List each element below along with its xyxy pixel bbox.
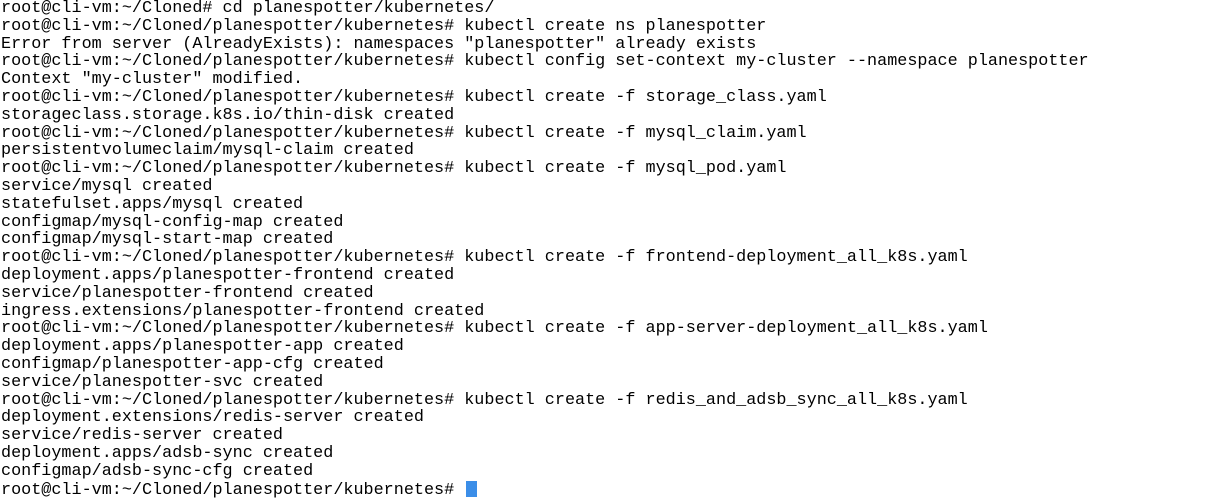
- terminal-line-23: root@cli-vm:~/Cloned/planespotter/kubern…: [1, 390, 968, 410]
- terminal-line-24: deployment.extensions/redis-server creat…: [1, 408, 424, 428]
- terminal-line-26: deployment.apps/adsb-sync created: [1, 443, 334, 463]
- terminal-line-17: service/planespotter-frontend created: [1, 283, 374, 303]
- terminal-prompt: root@cli-vm:~/Cloned/planespotter/kubern…: [1, 480, 465, 500]
- terminal-line-22: service/planespotter-svc created: [1, 372, 324, 392]
- terminal-line-21: configmap/planespotter-app-cfg created: [1, 354, 384, 374]
- terminal-line-25: service/redis-server created: [1, 426, 283, 446]
- terminal-line-8: root@cli-vm:~/Cloned/planespotter/kubern…: [1, 123, 807, 143]
- terminal-line-10: root@cli-vm:~/Cloned/planespotter/kubern…: [1, 159, 787, 179]
- terminal-line-5: Context "my-cluster" modified.: [1, 70, 304, 90]
- terminal-line-4: root@cli-vm:~/Cloned/planespotter/kubern…: [1, 52, 1089, 72]
- terminal-line-12: statefulset.apps/mysql created: [1, 194, 304, 214]
- terminal-line-14: configmap/mysql-start-map created: [1, 230, 334, 250]
- terminal-window[interactable]: root@cli-vm:~/Cloned# cd planespotter/ku…: [0, 0, 1209, 504]
- terminal-line-3: Error from server (AlreadyExists): names…: [1, 34, 757, 54]
- terminal-cursor: [466, 480, 478, 497]
- terminal-line-2: root@cli-vm:~/Cloned/planespotter/kubern…: [1, 16, 767, 36]
- terminal-line-19: root@cli-vm:~/Cloned/planespotter/kubern…: [1, 319, 988, 339]
- terminal-line-16: deployment.apps/planespotter-frontend cr…: [1, 265, 455, 285]
- terminal-line-7: storageclass.storage.k8s.io/thin-disk cr…: [1, 105, 455, 125]
- terminal-prompt-line[interactable]: root@cli-vm:~/Cloned/planespotter/kubern…: [1, 480, 1209, 500]
- terminal-line-27: configmap/adsb-sync-cfg created: [1, 461, 314, 481]
- terminal-line-9: persistentvolumeclaim/mysql-claim create…: [1, 141, 414, 161]
- terminal-line-1: root@cli-vm:~/Cloned# cd planespotter/ku…: [1, 0, 495, 18]
- terminal-line-11: service/mysql created: [1, 176, 213, 196]
- terminal-line-15: root@cli-vm:~/Cloned/planespotter/kubern…: [1, 248, 968, 268]
- terminal-line-13: configmap/mysql-config-map created: [1, 212, 344, 232]
- terminal-line-6: root@cli-vm:~/Cloned/planespotter/kubern…: [1, 87, 827, 107]
- terminal-line-20: deployment.apps/planespotter-app created: [1, 337, 404, 357]
- terminal-line-18: ingress.extensions/planespotter-frontend…: [1, 301, 485, 321]
